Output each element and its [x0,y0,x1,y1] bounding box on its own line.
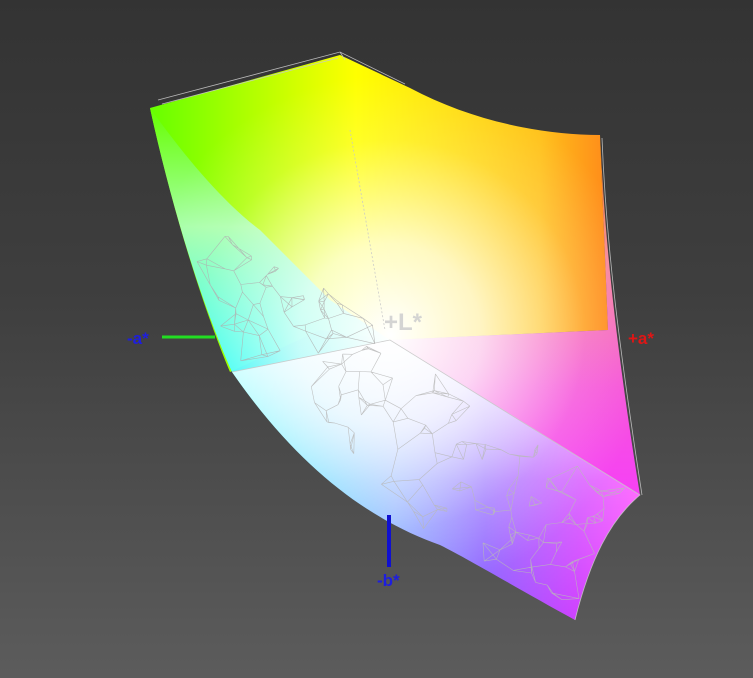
axis-label-neg-b: -b* [377,571,400,590]
axis-label-pos-a: +a* [628,329,654,348]
white-point-glow [150,55,640,620]
axis-label-pos-l: +L* [384,309,423,336]
gamut-solid [150,55,640,620]
axis-label-neg-a: -a* [127,329,149,348]
gamut-3d-view[interactable]: -a* +a* -b* +L* [0,0,753,678]
